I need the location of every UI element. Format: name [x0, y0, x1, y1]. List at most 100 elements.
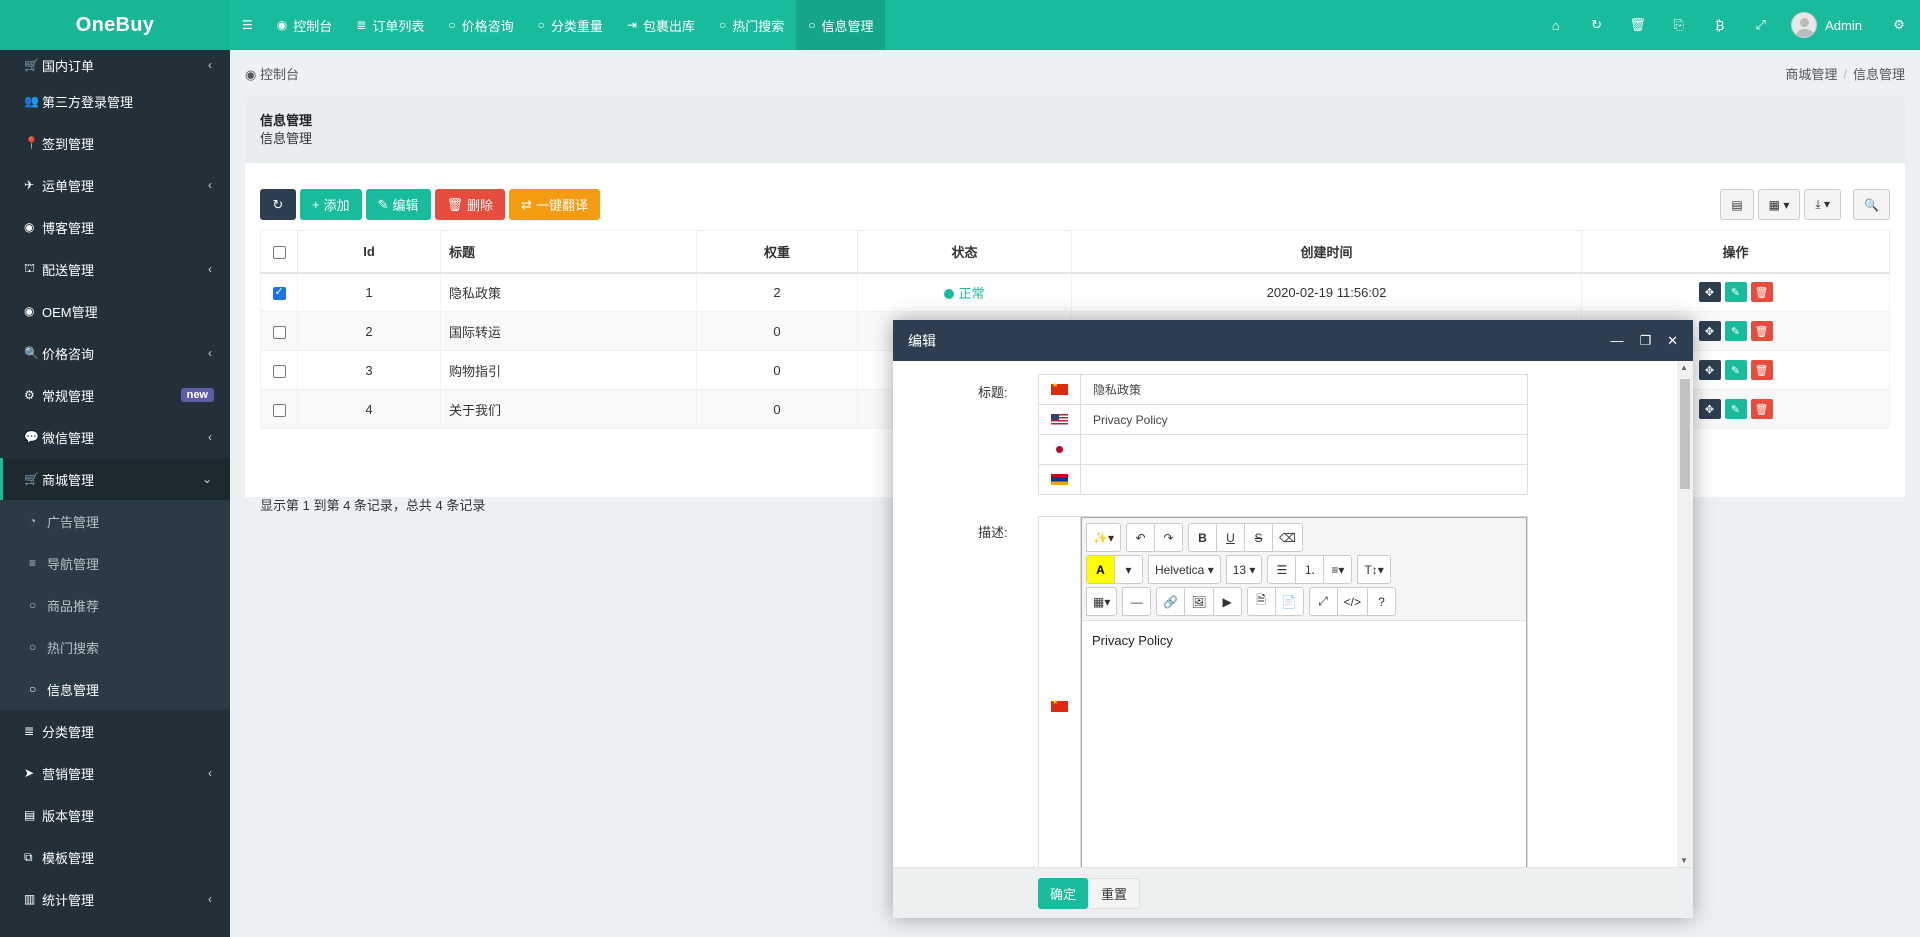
translate-button[interactable]: ⇄ 一键翻译 [509, 189, 600, 220]
sidebar-item-template[interactable]: ⧉ 模板管理 [0, 836, 230, 878]
columns-button[interactable]: ▦ ▾ [1757, 189, 1801, 220]
scroll-up-icon[interactable]: ▲ [1680, 363, 1688, 372]
file-upload-button[interactable]: 📄 [1274, 587, 1304, 616]
search-button[interactable]: 🔍 [1853, 189, 1890, 220]
row-delete-button[interactable]: 🗑 [1750, 321, 1773, 341]
scroll-down-icon[interactable]: ▼ [1680, 856, 1688, 865]
row-delete-button[interactable]: 🗑 [1750, 282, 1773, 303]
sidebar-item-stats[interactable]: ▥ 统计管理 ‹ [0, 878, 230, 920]
tab-price-inquiry[interactable]: ○ 价格咨询 [436, 0, 525, 50]
app-logo[interactable]: OneBuy [0, 0, 230, 50]
title-input-jp[interactable] [1081, 435, 1527, 464]
sidebar-item-version[interactable]: ▤ 版本管理 [0, 794, 230, 836]
image-button[interactable]: 🖼 [1184, 587, 1214, 616]
title-input-ar[interactable] [1081, 465, 1527, 494]
image-upload-button[interactable]: 🗎 [1246, 587, 1276, 616]
tab-package-outbound[interactable]: ⇥ 包裹出库 [615, 0, 707, 50]
paragraph-button[interactable]: ≡▾ [1323, 555, 1353, 584]
help-button[interactable]: ? [1366, 587, 1396, 616]
refresh-icon[interactable]: ↻ [1576, 17, 1617, 33]
tab-info-management[interactable]: ○ 信息管理 [796, 0, 886, 50]
color-dropdown-button[interactable]: ▾ [1114, 555, 1143, 584]
edit-button[interactable]: ✎ 编辑 [365, 189, 431, 220]
dialog-scrollbar[interactable]: ▲ ▼ [1677, 361, 1693, 867]
minimize-icon[interactable]: — [1610, 333, 1623, 349]
fullscreen-icon[interactable]: ⤢ [1740, 17, 1781, 33]
breadcrumb-home[interactable]: 控制台 [260, 67, 299, 82]
confirm-button[interactable]: 确定 [1038, 878, 1089, 909]
link-button[interactable]: 🔗 [1156, 587, 1186, 616]
scroll-thumb[interactable] [1680, 379, 1690, 489]
user-menu[interactable]: Admin [1781, 12, 1884, 38]
dialog-header[interactable]: 编辑 — ❐ ✕ [893, 320, 1693, 361]
line-height-button[interactable]: T↕▾ [1357, 555, 1391, 584]
tab-dashboard[interactable]: ◉ 控制台 [265, 0, 345, 50]
eraser-button[interactable]: ⌫ [1271, 523, 1303, 552]
undo-button[interactable]: ↶ [1125, 523, 1155, 552]
col-title[interactable]: 标题 [440, 230, 697, 274]
redo-button[interactable]: ↷ [1153, 523, 1183, 552]
row-edit-button[interactable]: ✎ [1724, 399, 1747, 419]
sidebar-item-info[interactable]: ○ 信息管理 [0, 668, 230, 710]
drag-move-button[interactable]: ✥ [1698, 399, 1721, 419]
sidebar-item-general[interactable]: ⚙ 常规管理 new [0, 374, 230, 416]
sidebar-item-domestic-orders[interactable]: 🛒 国内订单 ‹ [0, 50, 230, 80]
refresh-button[interactable]: ↻ [260, 189, 296, 220]
table-row[interactable]: 1 隐私政策 2 正常 2020-02-19 11:56:02 ✥✎🗑 [260, 272, 1890, 312]
col-created[interactable]: 创建时间 [1071, 230, 1582, 274]
editor-content[interactable]: Privacy Policy [1082, 621, 1526, 660]
sidebar-item-mall[interactable]: 🛒 商城管理 ⌄ [0, 458, 230, 500]
style-magic-button[interactable]: ✨▾ [1086, 523, 1121, 552]
tab-order-list[interactable]: ≣ 订单列表 [344, 0, 436, 50]
trash-icon[interactable]: 🗑 [1617, 17, 1658, 33]
reset-button[interactable]: 重置 [1088, 878, 1141, 909]
col-weight[interactable]: 权重 [696, 230, 858, 274]
sidebar-item-third-party-login[interactable]: 👥 第三方登录管理 [0, 80, 230, 122]
title-input-en[interactable]: Privacy Policy [1081, 405, 1527, 434]
sidebar-item-recommend[interactable]: ○ 商品推荐 [0, 584, 230, 626]
close-icon[interactable]: ✕ [1667, 333, 1678, 349]
horizontal-rule-button[interactable]: — [1122, 587, 1152, 616]
export-button[interactable]: ⤓ ▾ [1804, 189, 1842, 220]
sidebar-toggle-button[interactable]: ☰ [230, 0, 265, 50]
row-checkbox[interactable] [272, 403, 286, 417]
row-delete-button[interactable]: 🗑 [1750, 399, 1773, 419]
row-delete-button[interactable]: 🗑 [1750, 360, 1773, 380]
sidebar-item-waybill[interactable]: ✈ 运单管理 ‹ [0, 164, 230, 206]
toggle-view-button[interactable]: ▤ [1720, 189, 1754, 220]
numbered-list-button[interactable]: ⒈ [1295, 555, 1325, 584]
col-status[interactable]: 状态 [857, 230, 1072, 274]
strikethrough-button[interactable]: S [1243, 523, 1273, 552]
code-view-button[interactable]: </> [1336, 587, 1368, 616]
breadcrumb-item[interactable]: 商城管理 [1785, 67, 1837, 82]
row-checkbox[interactable] [272, 325, 286, 339]
sidebar-item-wechat[interactable]: 💬 微信管理 ‹ [0, 416, 230, 458]
bitcoin-icon[interactable]: ₿ [1699, 18, 1740, 33]
sidebar-item-category[interactable]: ≣ 分类管理 [0, 710, 230, 752]
row-edit-button[interactable]: ✎ [1724, 282, 1747, 303]
row-checkbox[interactable] [272, 364, 286, 378]
sidebar-item-oem[interactable]: ◉ OEM管理 [0, 290, 230, 332]
drag-move-button[interactable]: ✥ [1698, 321, 1721, 341]
table-insert-button[interactable]: ▦▾ [1086, 587, 1118, 616]
delete-button[interactable]: 🗑 删除 [434, 189, 506, 220]
sidebar-item-navigation[interactable]: ≡ 导航管理 [0, 542, 230, 584]
bullet-list-button[interactable]: ☰ [1267, 555, 1297, 584]
sidebar-item-price-inquiry[interactable]: 🔍 价格咨询 ‹ [0, 332, 230, 374]
sidebar-item-marketing[interactable]: ➤ 营销管理 ‹ [0, 752, 230, 794]
tab-hot-search[interactable]: ○ 热门搜索 [707, 0, 796, 50]
bold-button[interactable]: B [1187, 523, 1217, 552]
drag-move-button[interactable]: ✥ [1698, 282, 1721, 303]
font-family-select[interactable]: Helvetica ▾ [1148, 555, 1221, 584]
fullscreen-button[interactable]: ⤢ [1308, 587, 1338, 616]
copy-icon[interactable]: ⎘ [1658, 17, 1699, 33]
select-all-checkbox[interactable] [272, 245, 286, 259]
sidebar-item-delivery[interactable]: ⛫ 配送管理 ‹ [0, 248, 230, 290]
sidebar-item-checkin[interactable]: 📍 签到管理 [0, 122, 230, 164]
drag-move-button[interactable]: ✥ [1698, 360, 1721, 380]
tab-category-weight[interactable]: ○ 分类重量 [526, 0, 615, 50]
maximize-icon[interactable]: ❐ [1639, 333, 1651, 349]
title-input-cn[interactable]: 隐私政策 [1081, 375, 1527, 404]
settings-icon[interactable]: ⚙ [1884, 17, 1914, 33]
sidebar-item-blog[interactable]: ◉ 博客管理 [0, 206, 230, 248]
